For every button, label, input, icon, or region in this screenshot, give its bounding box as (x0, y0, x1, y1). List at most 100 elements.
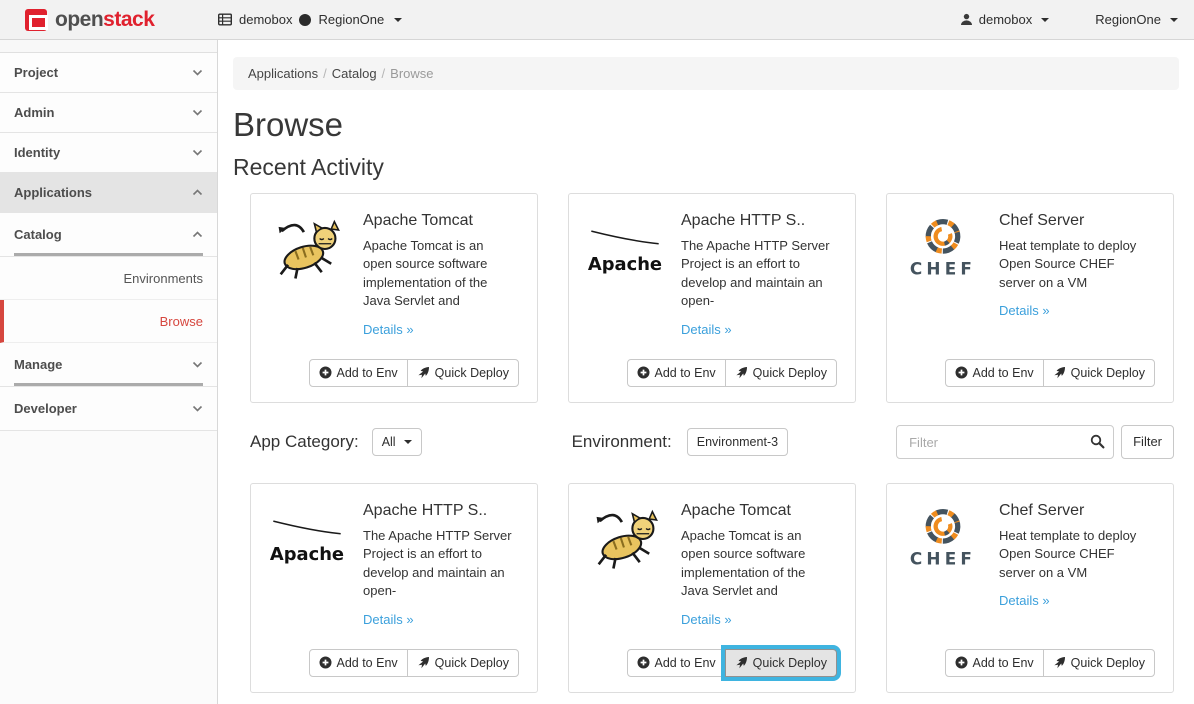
add-to-env-button[interactable]: Add to Env (945, 359, 1044, 387)
switcher-region-label: RegionOne (318, 12, 384, 27)
add-to-env-button[interactable]: Add to Env (627, 649, 726, 677)
card-top: Apache Apache HTTP S.. The Apache HTTP S… (585, 210, 839, 339)
sidebar-item-browse[interactable]: Browse (0, 300, 217, 343)
sidebar-item-environments[interactable]: Environments (0, 257, 217, 300)
app-title: Chef Server (999, 212, 1151, 230)
sidebar-item-label: Browse (160, 314, 203, 329)
svg-text:Apache: Apache (270, 544, 344, 565)
sidebar-item-applications[interactable]: Applications (0, 173, 217, 213)
add-to-env-button[interactable]: Add to Env (945, 649, 1044, 677)
card-action-buttons: Add to Env Quick Deploy (309, 649, 520, 677)
environment-label: Environment: (572, 432, 672, 452)
recent-activity-title: Recent Activity (233, 154, 1179, 181)
sidebar-nav: Project AdminIdentityApplicationsCatalogE… (0, 53, 217, 431)
sidebar-item-manage[interactable]: Manage (0, 343, 217, 387)
apache-logo[interactable]: Apache (267, 504, 347, 574)
app-category-value: All (382, 434, 396, 450)
caret-down-icon (1170, 18, 1178, 22)
switcher-project-label: demobox (239, 12, 292, 27)
sidebar-item-admin[interactable]: Admin (0, 93, 217, 133)
add-to-env-button[interactable]: Add to Env (627, 359, 726, 387)
add-to-env-label: Add to Env (973, 365, 1034, 381)
app-title: Apache Tomcat (681, 502, 833, 520)
app-description: The Apache HTTP Server Project is an eff… (363, 527, 515, 601)
card-action-buttons: Add to Env Quick Deploy (309, 359, 520, 387)
card-action-buttons: Add to Env Quick Deploy (627, 649, 838, 677)
app-title: Apache HTTP S.. (363, 502, 515, 520)
details-link[interactable]: Details » (681, 612, 732, 627)
chevron-down-icon (192, 149, 203, 156)
breadcrumb-catalog[interactable]: Catalog (332, 66, 377, 81)
page-title: Browse (233, 106, 1179, 144)
sidebar-item-catalog[interactable]: Catalog (0, 213, 217, 257)
add-to-env-button[interactable]: Add to Env (309, 359, 408, 387)
sidebar-item-developer[interactable]: Developer (0, 387, 217, 431)
card-action-buttons: Add to Env Quick Deploy (627, 359, 838, 387)
openstack-logo[interactable]: openstack (0, 8, 200, 32)
card-action-buttons: Add to Env Quick Deploy (945, 649, 1156, 677)
chevron-down-icon (192, 361, 203, 368)
card-info: Chef Server Heat template to deploy Open… (999, 500, 1151, 610)
quick-deploy-button[interactable]: Quick Deploy (725, 649, 837, 677)
section-rule (14, 253, 203, 256)
sidebar-item-project[interactable]: Project (0, 53, 217, 93)
sidebar-item-label: Manage (14, 357, 62, 372)
top-navbar: openstack demobox RegionOne demobox Regi… (0, 0, 1194, 40)
filter-button[interactable]: Filter (1121, 425, 1174, 459)
sidebar: Project AdminIdentityApplicationsCatalogE… (0, 40, 218, 704)
plus-circle-icon (319, 656, 332, 669)
th-list-icon (218, 13, 232, 26)
rocket-icon (417, 366, 430, 379)
app-description: Apache Tomcat is an open source software… (363, 237, 515, 311)
details-link[interactable]: Details » (363, 322, 414, 337)
breadcrumb-applications[interactable]: Applications (248, 66, 318, 81)
card-top: Apache Tomcat Apache Tomcat is an open s… (267, 210, 521, 339)
card-info: Apache HTTP S.. The Apache HTTP Server P… (363, 500, 515, 629)
breadcrumb-separator: / (377, 66, 391, 81)
app-category-label: App Category: (250, 432, 359, 452)
chef-logo[interactable]: CHEF (903, 504, 983, 574)
svg-text:CHEF: CHEF (910, 548, 976, 568)
details-link[interactable]: Details » (999, 303, 1050, 318)
app-category-dropdown[interactable]: All (372, 428, 422, 456)
rocket-icon (735, 656, 748, 669)
chevron-down-icon (192, 405, 203, 412)
user-menu-label: demobox (979, 12, 1032, 27)
rocket-icon (735, 366, 748, 379)
filter-input[interactable] (896, 425, 1114, 459)
quick-deploy-button[interactable]: Quick Deploy (407, 649, 519, 677)
rocket-icon (417, 656, 430, 669)
details-link[interactable]: Details » (363, 612, 414, 627)
sidebar-item-identity[interactable]: Identity (0, 133, 217, 173)
rocket-icon (1053, 366, 1066, 379)
quick-deploy-button[interactable]: Quick Deploy (725, 359, 837, 387)
quick-deploy-label: Quick Deploy (753, 365, 827, 381)
details-link[interactable]: Details » (999, 593, 1050, 608)
project-region-switcher[interactable]: demobox RegionOne (218, 12, 402, 27)
details-link[interactable]: Details » (681, 322, 732, 337)
quick-deploy-button[interactable]: Quick Deploy (1043, 649, 1155, 677)
sidebar-item-label: Project (14, 65, 58, 80)
search-icon[interactable] (1090, 434, 1105, 449)
quick-deploy-label: Quick Deploy (753, 655, 827, 671)
sidebar-item-label: Developer (14, 401, 77, 416)
tomcat-logo[interactable] (267, 214, 347, 284)
quick-deploy-button[interactable]: Quick Deploy (1043, 359, 1155, 387)
add-to-env-label: Add to Env (973, 655, 1034, 671)
dot-separator-icon (299, 14, 311, 26)
add-to-env-button[interactable]: Add to Env (309, 649, 408, 677)
user-menu[interactable]: demobox (960, 12, 1049, 27)
environment-button[interactable]: Environment-3 (687, 428, 788, 456)
chef-logo[interactable]: CHEF (903, 214, 983, 284)
caret-down-icon (1041, 18, 1049, 22)
quick-deploy-button[interactable]: Quick Deploy (407, 359, 519, 387)
catalog-cards: Apache Apache HTTP S.. The Apache HTTP S… (250, 483, 1179, 693)
region-menu-label: RegionOne (1095, 12, 1161, 27)
card-info: Chef Server Heat template to deploy Open… (999, 210, 1151, 320)
app-card: Apache Apache HTTP S.. The Apache HTTP S… (250, 483, 538, 693)
app-category-group: App Category: All (250, 428, 422, 456)
tomcat-logo[interactable] (585, 504, 665, 574)
card-top: CHEF Chef Server Heat template to deploy… (903, 210, 1157, 320)
region-menu[interactable]: RegionOne (1095, 12, 1178, 27)
apache-logo[interactable]: Apache (585, 214, 665, 284)
